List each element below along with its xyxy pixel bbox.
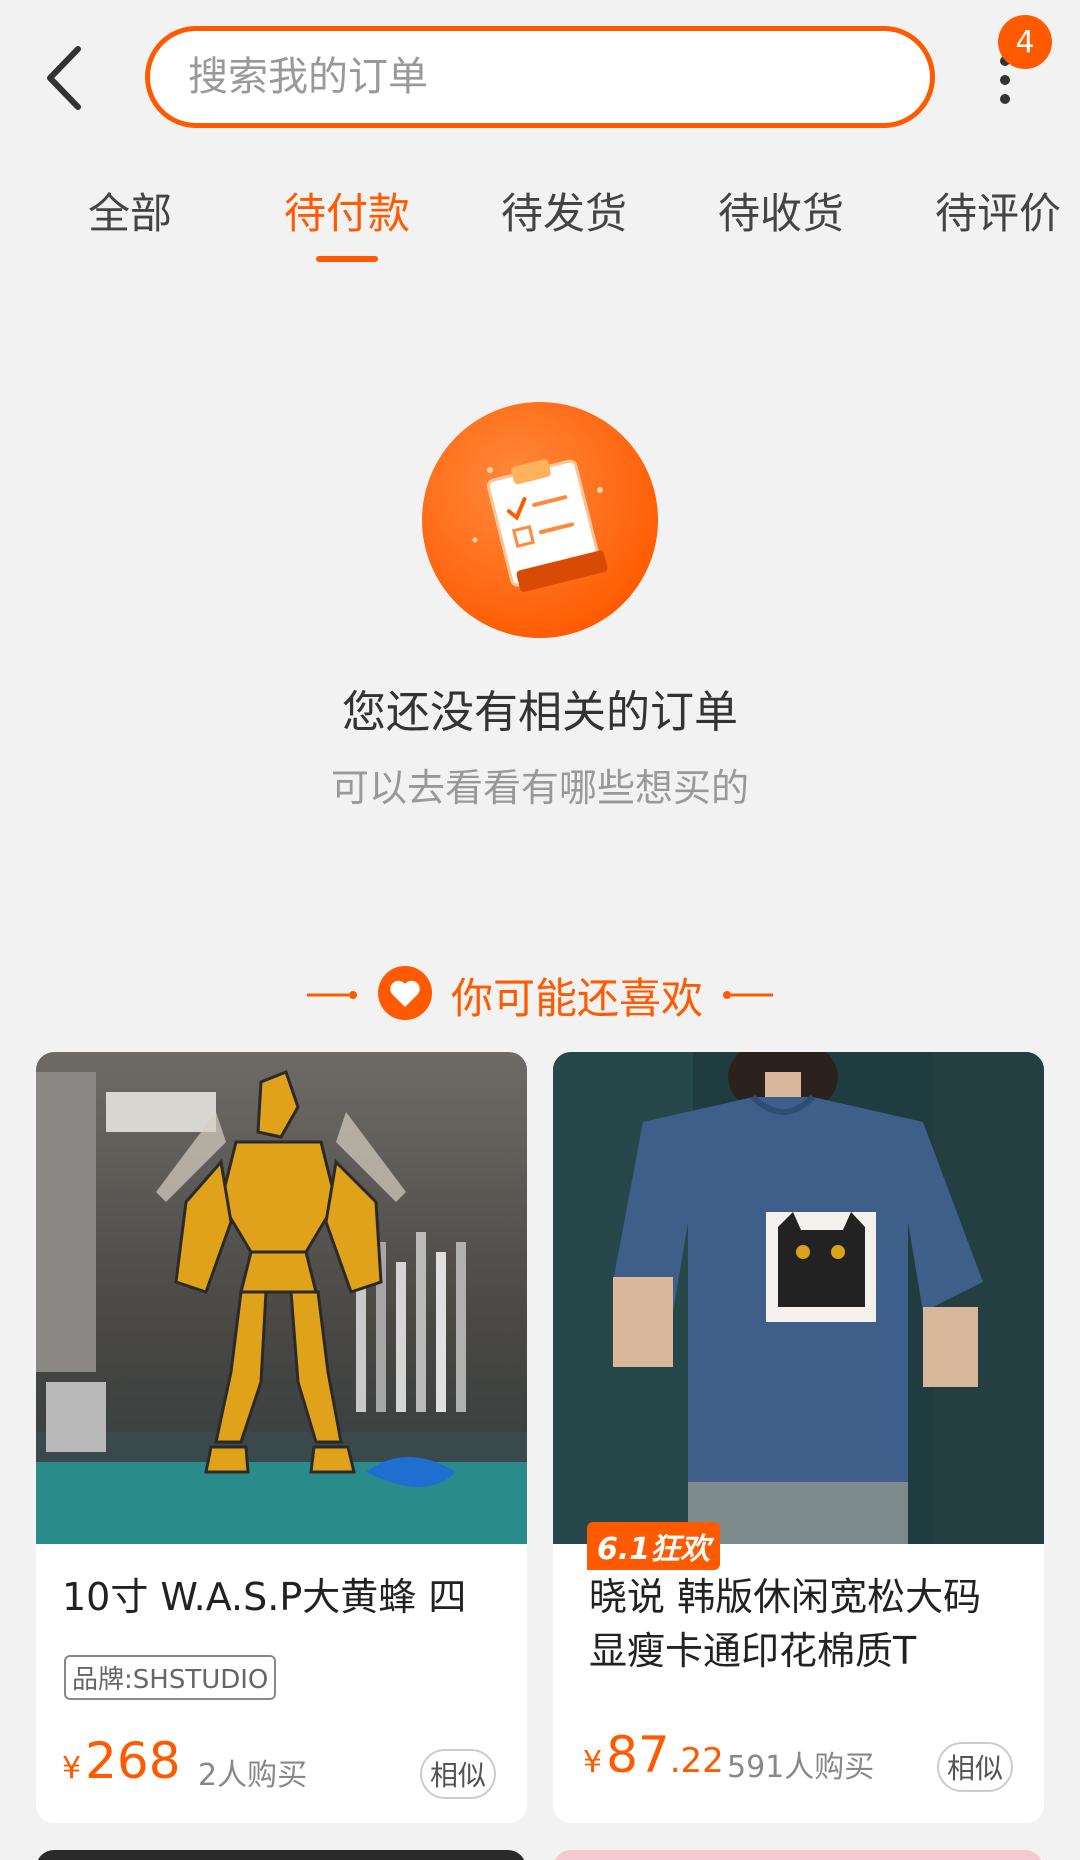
tab-pending-receipt[interactable]: 待收货 [711,180,851,270]
left-arrow-decoration [306,990,359,1000]
recommend-header: 你可能还喜欢 [0,960,1080,1030]
tab-label: 待发货 [500,189,627,238]
header: 4 [0,0,1080,140]
empty-state-title: 您还没有相关的订单 [342,687,738,738]
buyers-count: 2人购买 [198,1758,308,1793]
shirt-print-text: I have a cat [777,1309,853,1324]
price-integer: 268 [85,1732,181,1790]
similar-button[interactable]: 相似 [420,1749,496,1799]
tab-label: 待付款 [283,189,410,238]
more-dot [1000,75,1010,85]
product-image[interactable]: I have a cat [553,1052,1044,1544]
similar-button[interactable]: 相似 [937,1742,1013,1792]
currency-symbol: ¥ [62,1751,82,1786]
more-dot [1000,94,1010,104]
tab-all[interactable]: 全部 [70,180,190,270]
order-status-tabs: 全部 待付款 待发货 待收货 待评价 [0,180,1080,270]
tab-label: 全部 [87,189,172,238]
tab-label: 待收货 [717,189,844,238]
brand-tag: 品牌:SHSTUDIO [64,1655,277,1700]
buyers-count: 591人购买 [727,1750,875,1785]
price-integer: 87 [606,1726,670,1784]
empty-state-subtitle: 可以去看看有哪些想买的 [330,766,749,810]
heart-icon [377,965,433,1025]
product-title[interactable]: 10寸 W.A.S.P大黄蜂 四 [62,1570,512,1624]
recommend-title: 你可能还喜欢 [450,973,703,1023]
currency-symbol: ¥ [583,1745,603,1780]
search-box[interactable] [145,26,935,128]
order-list-page: 4 全部 待付款 待发货 待收货 待评价 [0,0,1080,1860]
next-product-card-peek[interactable] [36,1850,526,1860]
chevron-left-icon [47,46,81,110]
message-count-badge: 4 [998,15,1052,69]
search-input[interactable] [188,54,888,100]
next-product-card-peek[interactable] [553,1850,1043,1860]
promo-tag: 6.1狂欢 [587,1522,721,1570]
order-clipboard-icon [420,400,660,640]
tab-label: 待评价 [934,189,1061,238]
product-card[interactable]: I have a cat 6.1狂欢 晓说 韩版休闲宽松大码显瘦卡通印花棉质T … [553,1052,1044,1823]
tab-pending-review[interactable]: 待评价 [928,180,1068,270]
product-price: ¥ 87 .22 [583,1726,724,1784]
product-card[interactable]: 10寸 W.A.S.P大黄蜂 四 品牌:SHSTUDIO ¥ 268 2人购买 … [36,1052,527,1823]
back-button[interactable] [36,36,92,120]
right-arrow-decoration [721,990,773,1000]
price-decimal: .22 [669,1741,724,1781]
tab-pending-payment[interactable]: 待付款 [277,180,417,270]
tab-pending-shipment[interactable]: 待发货 [494,180,634,270]
active-tab-indicator [316,256,378,262]
product-price: ¥ 268 [62,1732,181,1790]
product-title[interactable]: 晓说 韩版休闲宽松大码显瘦卡通印花棉质T [589,1570,1019,1678]
product-image[interactable] [36,1052,527,1544]
